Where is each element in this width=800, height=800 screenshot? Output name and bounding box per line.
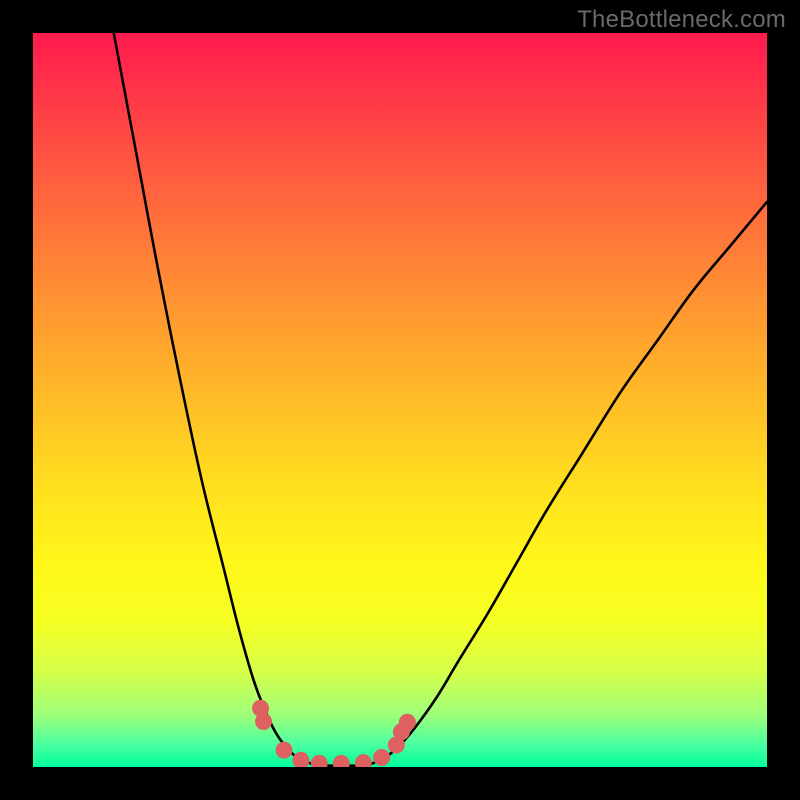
marker-dot: [355, 754, 372, 767]
marker-dot: [311, 755, 328, 767]
curve-right-branch: [371, 202, 767, 764]
marker-dot: [399, 714, 416, 731]
watermark-text: TheBottleneck.com: [577, 6, 786, 34]
marker-dot: [373, 749, 390, 766]
marker-dot: [276, 742, 293, 759]
curve-lines: [114, 33, 767, 766]
marker-dot: [255, 713, 272, 730]
marker-dot: [333, 755, 350, 767]
curve-left-branch: [114, 33, 312, 764]
curve-svg: [33, 33, 767, 767]
plot-area: [33, 33, 767, 767]
